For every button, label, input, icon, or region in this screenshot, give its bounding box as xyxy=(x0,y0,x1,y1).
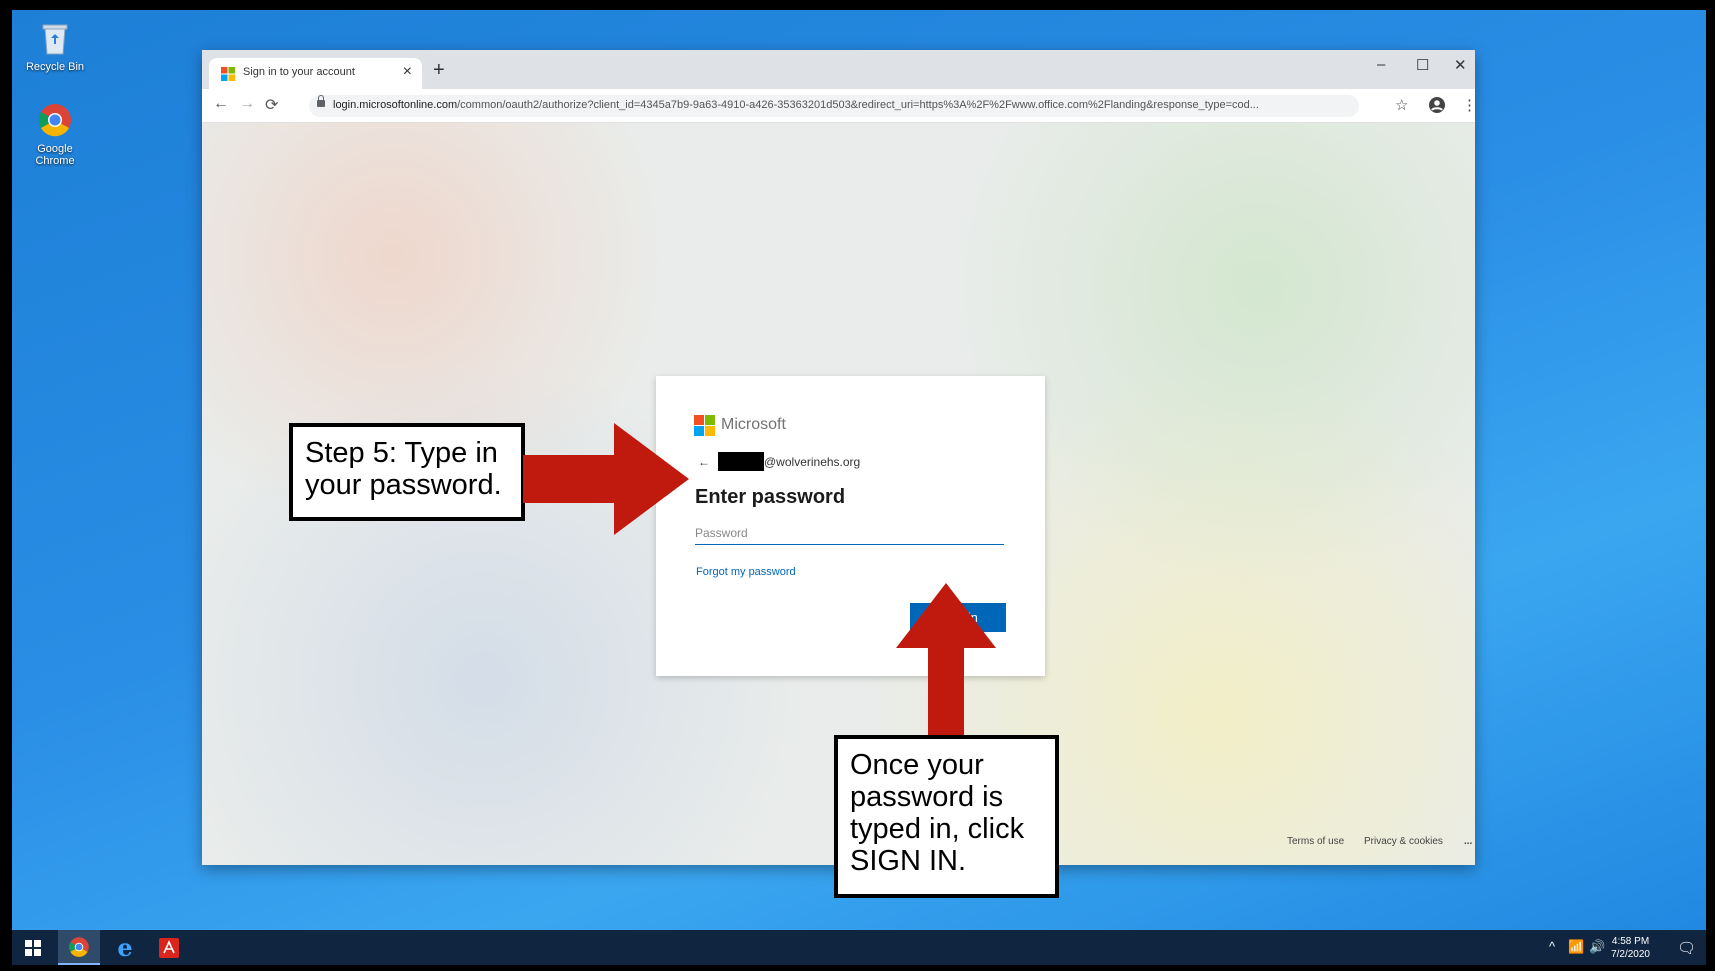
microsoft-logo-icon xyxy=(694,415,715,436)
edge-icon: e xyxy=(117,933,133,962)
menu-dots-icon[interactable]: ⋮ xyxy=(1462,96,1475,114)
desktop-icon-chrome[interactable]: Google Chrome xyxy=(20,102,90,167)
arrow-right-icon xyxy=(523,423,689,535)
desktop: Recycle Bin Google Chrome Sign in to you… xyxy=(12,10,1706,965)
close-window-icon[interactable]: ✕ xyxy=(1454,56,1467,74)
clock-time: 4:58 PM xyxy=(1611,936,1650,947)
taskbar-edge[interactable]: e xyxy=(104,930,146,965)
chrome-icon xyxy=(20,102,90,141)
recycle-bin-icon xyxy=(20,20,90,59)
address-bar[interactable]: login.microsoftonline.com/common/oauth2/… xyxy=(309,95,1359,117)
url-path: /common/oauth2/authorize?client_id=4345a… xyxy=(457,99,1259,111)
more-options-icon[interactable]: ... xyxy=(1464,836,1472,847)
maximize-icon[interactable]: ☐ xyxy=(1416,56,1429,74)
tab-title: Sign in to your account xyxy=(243,66,355,78)
start-button[interactable] xyxy=(12,930,54,965)
taskbar: e ^ 📶 🔊 4:58 PM 7/2/2020 🗨 xyxy=(12,930,1706,965)
forward-icon[interactable]: → xyxy=(239,95,255,113)
clock-date: 7/2/2020 xyxy=(1611,949,1650,960)
desktop-icon-label: Recycle Bin xyxy=(25,61,85,73)
profile-icon[interactable] xyxy=(1429,97,1445,113)
new-tab-icon[interactable]: + xyxy=(433,59,445,82)
tab-strip: Sign in to your account × + – ☐ ✕ xyxy=(202,50,1475,89)
taskbar-clock[interactable]: 4:58 PM 7/2/2020 xyxy=(1611,935,1650,961)
redacted-username xyxy=(718,452,764,471)
desktop-icon-label: Google Chrome xyxy=(35,143,75,167)
brand-name: Microsoft xyxy=(721,416,786,433)
signin-callout: Once your password is typed in, click SI… xyxy=(834,735,1059,898)
arrow-up-icon xyxy=(896,583,996,743)
chrome-icon xyxy=(69,936,89,957)
forgot-password-link[interactable]: Forgot my password xyxy=(696,566,796,578)
minimize-icon[interactable]: – xyxy=(1377,56,1385,73)
password-input[interactable] xyxy=(695,522,1004,545)
taskbar-chrome[interactable] xyxy=(58,930,100,965)
browser-toolbar: ← → ⟳ login.microsoftonline.com/common/o… xyxy=(202,89,1475,123)
notifications-icon[interactable]: 🗨 xyxy=(1677,939,1696,957)
terms-link[interactable]: Terms of use xyxy=(1287,836,1344,847)
windows-icon xyxy=(25,939,41,956)
volume-icon[interactable]: 🔊 xyxy=(1589,939,1605,955)
back-icon[interactable]: ← xyxy=(213,95,229,113)
lock-icon xyxy=(317,95,325,107)
microsoft-favicon-icon xyxy=(221,67,235,81)
account-domain: @wolverinehs.org xyxy=(764,455,861,469)
network-icon[interactable]: 📶 xyxy=(1568,939,1584,955)
desktop-icon-recycle-bin[interactable]: Recycle Bin xyxy=(20,20,90,73)
back-arrow-icon[interactable]: ← xyxy=(698,455,710,469)
reload-icon[interactable]: ⟳ xyxy=(265,95,278,115)
close-tab-icon[interactable]: × xyxy=(403,63,412,81)
url-text: login.microsoftonline.com/common/oauth2/… xyxy=(333,99,1343,111)
privacy-link[interactable]: Privacy & cookies xyxy=(1364,836,1443,847)
taskbar-acrobat[interactable] xyxy=(148,930,190,965)
page-title: Enter password xyxy=(695,486,846,508)
tray-overflow-icon[interactable]: ^ xyxy=(1549,939,1555,954)
url-host: login.microsoftonline.com xyxy=(333,99,458,111)
acrobat-icon xyxy=(159,937,179,958)
browser-tab[interactable]: Sign in to your account × xyxy=(209,58,422,89)
step5-callout: Step 5: Type in your password. xyxy=(289,423,525,521)
bookmark-star-icon[interactable]: ☆ xyxy=(1395,96,1408,114)
